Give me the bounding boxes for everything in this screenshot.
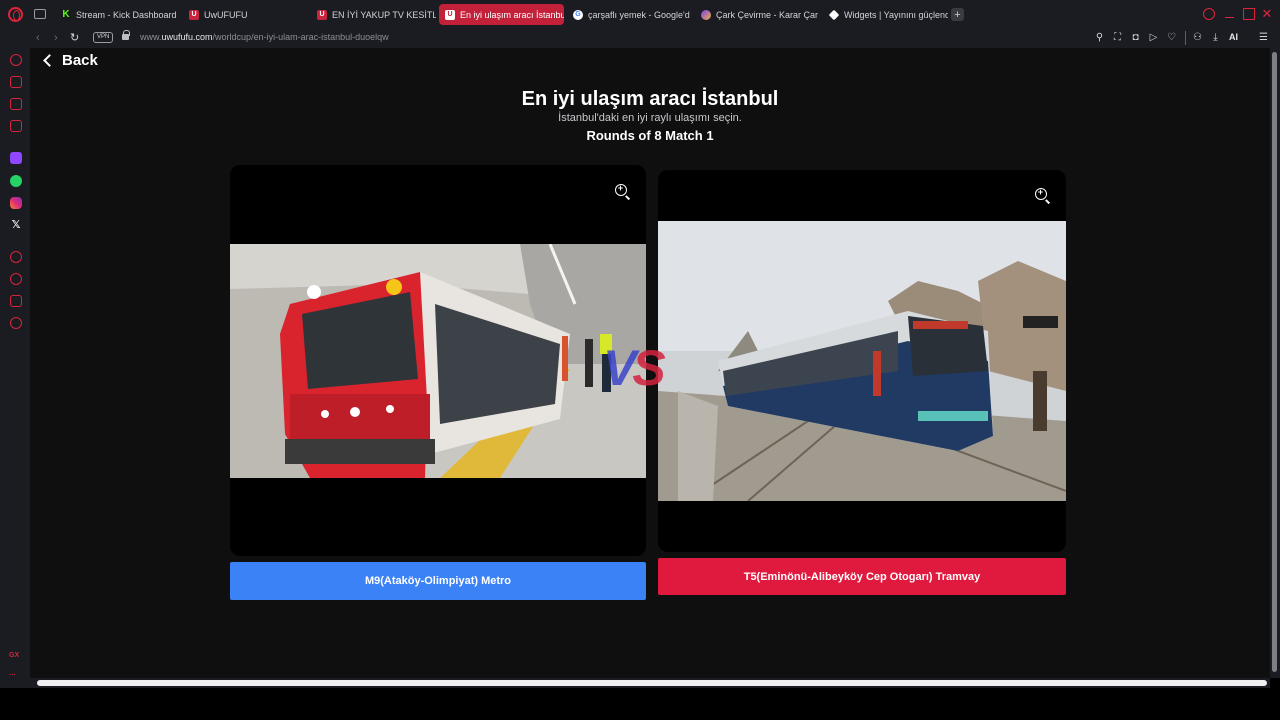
browser-sidebar: 𝕏 GX ··· <box>0 48 30 688</box>
page-title: En iyi ulaşım aracı İstanbul <box>521 88 779 110</box>
url-domain: uwufufu.com <box>161 32 213 42</box>
zoom-in-icon[interactable] <box>1035 187 1047 200</box>
tab-label: Çark Çevirme - Karar Çar <box>716 9 819 20</box>
vpn-badge[interactable]: VPN <box>93 32 114 43</box>
lock-icon[interactable] <box>122 30 130 40</box>
page-subtitle: İstanbul'daki en iyi raylı ulaşımı seçin… <box>558 112 742 124</box>
versus-v: V <box>603 340 636 396</box>
uwufufu-icon: U <box>445 9 455 20</box>
toolbar-separator <box>1185 31 1186 45</box>
tab-label: Widgets | Yayınını güçlend <box>844 9 948 20</box>
tab-overview-icon[interactable] <box>34 9 46 19</box>
address-bar: ‹ › ↻ VPN www.uwufufu.com/worldcup/en-iy… <box>0 29 1280 48</box>
messenger-icon[interactable] <box>10 98 22 110</box>
tab-cark-cevirme[interactable]: Çark Çevirme - Karar Çar <box>695 4 820 25</box>
back-button[interactable]: Back <box>43 52 98 69</box>
heart-icon[interactable]: ♡ <box>1166 32 1177 43</box>
snapshot-icon[interactable]: ⛶ <box>1112 32 1123 43</box>
forward-nav-icon[interactable]: › <box>54 32 58 44</box>
chevron-left-icon <box>43 54 56 67</box>
horizontal-scrollbar-thumb[interactable] <box>37 680 1267 686</box>
url-prefix: www. <box>140 32 162 42</box>
uwufufu-icon: U <box>189 9 199 20</box>
extensions-icon[interactable] <box>10 295 22 307</box>
round-info: Rounds of 8 Match 1 <box>586 128 714 143</box>
back-nav-icon[interactable]: ‹ <box>36 32 40 44</box>
download-icon[interactable]: ⤓ <box>1210 32 1221 43</box>
tab-label: UwUFUFU <box>204 9 248 20</box>
sidebar-more-icon[interactable]: ··· <box>9 672 16 679</box>
zoom-in-icon[interactable] <box>615 183 627 196</box>
close-window-icon[interactable]: ✕ <box>1261 7 1273 20</box>
history-icon[interactable] <box>10 273 22 285</box>
whatsapp-icon[interactable] <box>10 175 22 187</box>
aria-ai-button[interactable]: AI <box>1229 32 1238 42</box>
x-twitter-icon[interactable]: 𝕏 <box>10 219 22 231</box>
choice-card-right[interactable] <box>658 170 1066 552</box>
tab-label: çarşaflı yemek - Google'd <box>588 9 690 20</box>
tram-image[interactable] <box>658 221 1066 501</box>
tab-widgets[interactable]: Widgets | Yayınını güçlend <box>823 4 948 25</box>
choose-left-button[interactable]: M9(Ataköy-Olimpiyat) Metro <box>230 562 646 600</box>
url-path: /worldcup/en-iyi-ulam-arac-istanbul-duoe… <box>212 32 389 42</box>
google-icon: G <box>573 9 583 20</box>
gx-corner-icon[interactable] <box>10 76 22 88</box>
kick-icon: K <box>61 8 71 20</box>
tab-google-search[interactable]: G çarşaflı yemek - Google'd <box>567 4 692 25</box>
versus-s: S <box>632 340 665 396</box>
back-label: Back <box>62 52 98 69</box>
url-field[interactable]: www.uwufufu.com/worldcup/en-iyi-ulam-ara… <box>140 32 389 42</box>
opera-logo-icon[interactable] <box>8 7 23 22</box>
tab-yakup-tv[interactable]: U EN İYİ YAKUP TV KESİTLE <box>311 4 436 25</box>
tab-label: EN İYİ YAKUP TV KESİTLE <box>332 9 436 20</box>
choose-right-button[interactable]: T5(Eminönü-Alibeyköy Cep Otogarı) Tramva… <box>658 558 1066 595</box>
player-icon[interactable] <box>10 251 22 263</box>
wheel-icon <box>701 9 711 20</box>
settings-icon[interactable] <box>10 317 22 329</box>
profile-icon[interactable]: ⚇ <box>1192 32 1203 43</box>
uwufufu-icon: U <box>317 9 327 20</box>
maximize-icon[interactable] <box>1243 8 1255 20</box>
minimize-icon[interactable] <box>1224 8 1236 20</box>
screen-bottom-bar <box>0 688 1280 720</box>
news-icon[interactable] <box>10 120 22 132</box>
tab-label: Stream - Kick Dashboard <box>76 9 177 20</box>
tab-search-icon[interactable] <box>1203 8 1215 20</box>
twitch-icon[interactable] <box>10 152 22 164</box>
gx-label: GX <box>9 652 20 659</box>
new-tab-button[interactable]: + <box>951 8 964 21</box>
tab-kick-dashboard[interactable]: K Stream - Kick Dashboard <box>55 4 180 25</box>
gx-control-icon[interactable] <box>10 54 22 66</box>
tab-label: En iyi ulaşım aracı İstanbul <box>460 9 564 20</box>
menu-icon[interactable]: ☰ <box>1258 32 1269 43</box>
shield-icon[interactable]: ◘ <box>1130 32 1141 43</box>
reload-icon[interactable]: ↻ <box>70 32 79 44</box>
versus-label: VS <box>603 338 666 398</box>
metro-train-image[interactable] <box>230 244 646 478</box>
tab-active-worldcup[interactable]: U En iyi ulaşım aracı İstanbul <box>439 4 564 25</box>
pin-icon[interactable]: ⚲ <box>1094 32 1105 43</box>
horizontal-scrollbar[interactable] <box>30 678 1270 688</box>
choice-card-left[interactable] <box>230 165 646 556</box>
widget-icon <box>828 9 840 20</box>
instagram-icon[interactable] <box>10 197 22 209</box>
vertical-scrollbar[interactable] <box>1270 48 1280 678</box>
play-icon[interactable]: ▷ <box>1148 32 1159 43</box>
vertical-scrollbar-thumb[interactable] <box>1272 52 1277 672</box>
tab-uwufufu[interactable]: U UwUFUFU <box>183 4 308 25</box>
tab-bar: K Stream - Kick Dashboard U UwUFUFU U EN… <box>0 0 1280 29</box>
